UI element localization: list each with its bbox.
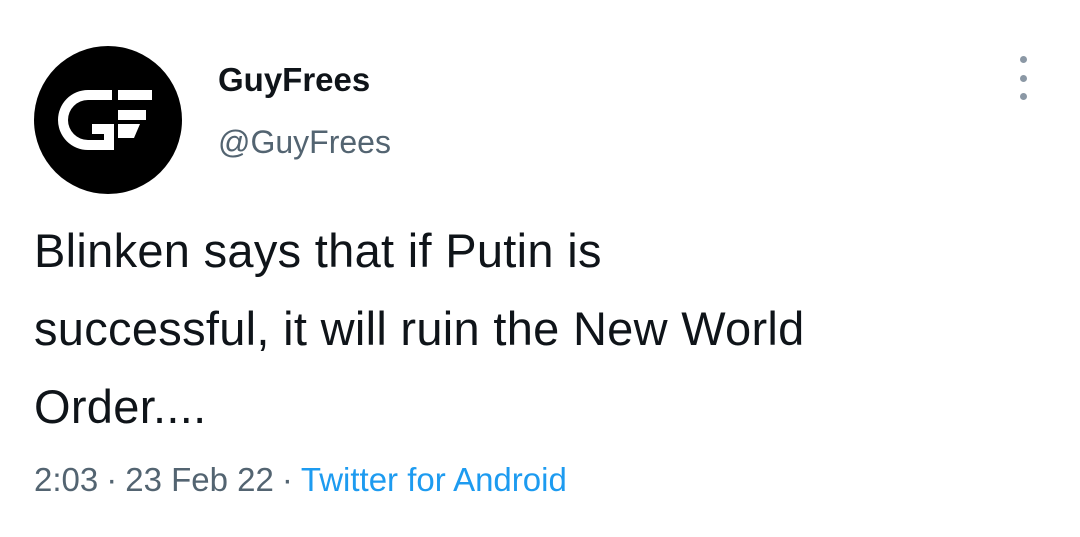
- meta-separator: ·: [281, 461, 293, 498]
- tweet-date[interactable]: 23 Feb 22: [125, 461, 274, 498]
- gf-logo-icon: [58, 90, 152, 150]
- tweet-text-line: Blinken says that if Putin is: [34, 224, 602, 277]
- tweet-source-link[interactable]: Twitter for Android: [301, 461, 567, 498]
- meta-separator: ·: [106, 461, 118, 498]
- more-vertical-icon-dot: [1019, 74, 1027, 82]
- more-options-button[interactable]: [1008, 56, 1038, 100]
- tweet-meta: 2:03 · 23 Feb 22 · Twitter for Android: [34, 455, 567, 505]
- tweet-card: GuyFrees @GuyFrees Blinken says that if …: [0, 0, 1080, 537]
- author-display-name[interactable]: GuyFrees: [218, 60, 370, 100]
- tweet-text-line: Order....: [34, 380, 207, 433]
- more-vertical-icon: [1019, 56, 1027, 63]
- author-handle[interactable]: @GuyFrees: [218, 122, 391, 162]
- tweet-text: Blinken says that if Putin is successful…: [34, 212, 1044, 446]
- tweet-text-line: successful, it will ruin the New World: [34, 302, 805, 355]
- tweet-time[interactable]: 2:03: [34, 461, 98, 498]
- more-vertical-icon-dot: [1019, 93, 1027, 100]
- avatar[interactable]: [34, 46, 182, 194]
